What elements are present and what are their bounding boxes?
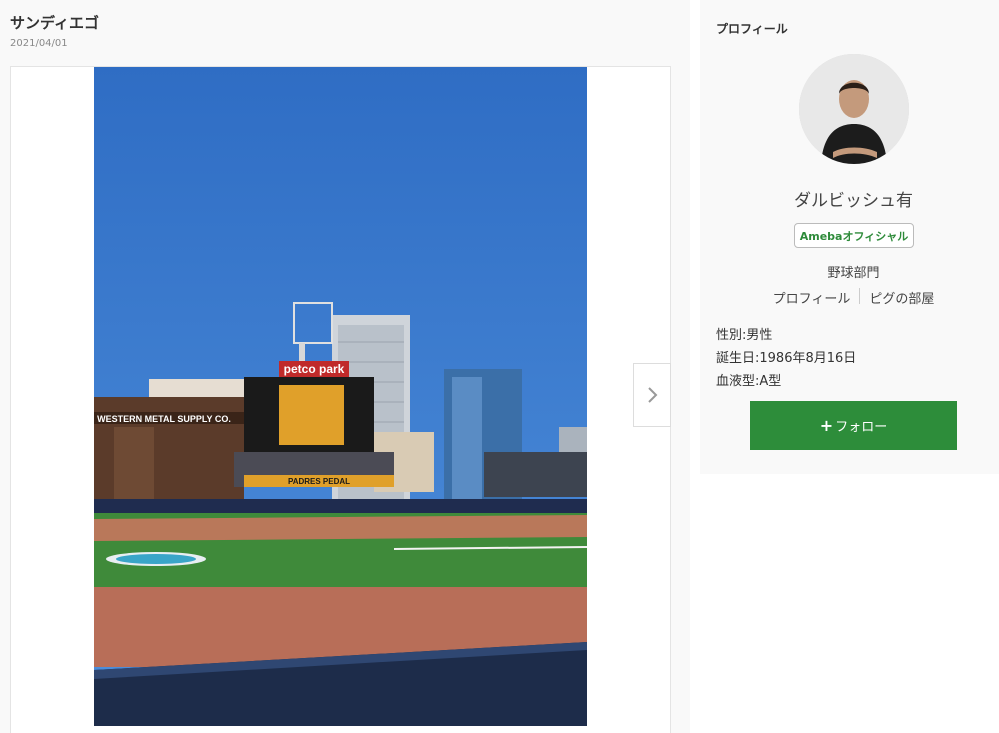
profile-name[interactable]: ダルビッシュ有 [700,186,999,211]
stadium-photo-illustration: petco park WESTERN METAL SUPPLY CO. PADR… [94,67,587,726]
outfield-banner: PADRES PEDAL [288,477,350,486]
stadium-photo[interactable]: petco park WESTERN METAL SUPPLY CO. PADR… [94,67,587,726]
post-title[interactable]: サンディエゴ [10,12,99,33]
profile-links: プロフィール ピグの部屋 [700,288,999,307]
stadium-sign: petco park [284,362,345,376]
avatar[interactable] [799,54,909,164]
official-badge: Amebaオフィシャル [794,223,914,248]
avatar-image [799,54,909,164]
gender-text: 性別:男性 [716,328,773,343]
link-separator [859,288,861,304]
next-photo-button[interactable] [633,363,671,427]
pigg-room-link[interactable]: ピグの部屋 [869,288,934,307]
follow-label: フォロー [835,420,888,435]
article-column: サンディエゴ 2021/04/01 petco park WESTERN MET… [0,0,690,733]
birthday-text: 誕生日:1986年8月16日 [716,351,857,366]
post-date: 2021/04/01 [10,38,68,49]
building-sign: WESTERN METAL SUPPLY CO. [97,414,231,424]
profile-info: 性別:男性 誕生日:1986年8月16日 血液型:A型 [716,324,856,393]
profile-panel: プロフィール ダルビッシュ有 Amebaオフィシャル 野球部門 プロフィール ピ… [700,0,999,474]
blood-type-text: 血液型:A型 [716,374,782,389]
profile-heading: プロフィール [716,22,788,36]
follow-button[interactable]: + フォロー [750,401,957,450]
profile-category[interactable]: 野球部門 [700,262,999,281]
photo-viewer: petco park WESTERN METAL SUPPLY CO. PADR… [10,66,671,733]
chevron-right-icon [648,387,658,403]
profile-link[interactable]: プロフィール [773,288,851,307]
plus-icon: + [819,416,834,435]
